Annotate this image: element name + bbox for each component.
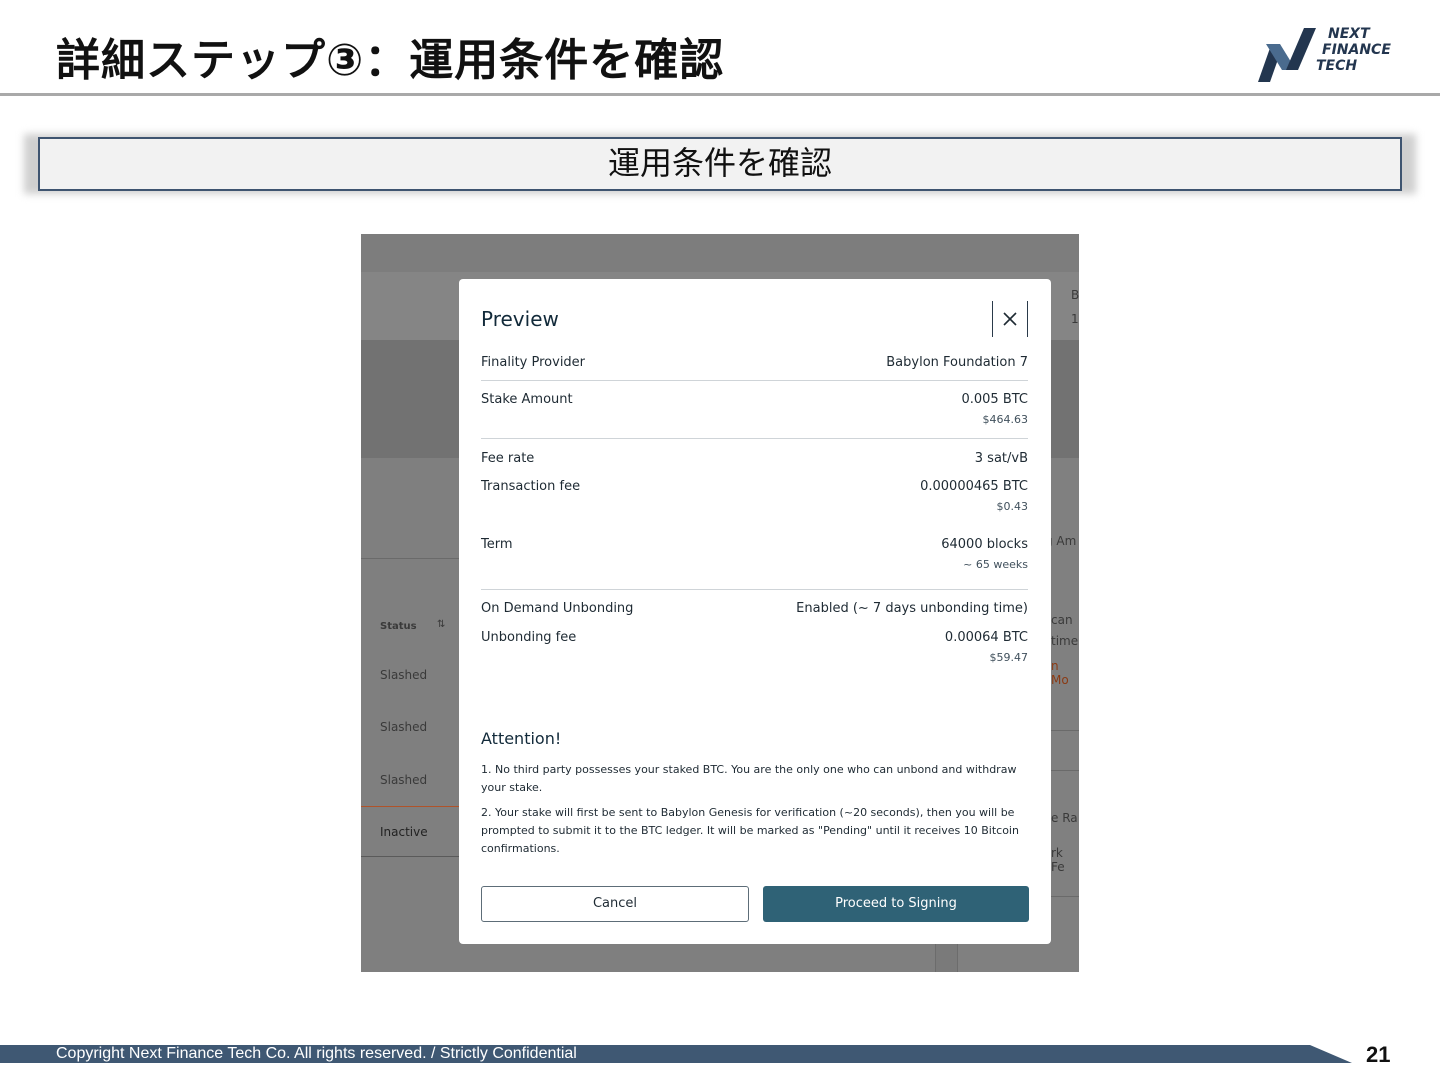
- detail-row-transaction-fee: Transaction fee 0.00000465 BTC $0.43: [481, 475, 1028, 533]
- section-banner: 運用条件を確認: [38, 137, 1402, 191]
- detail-label: On Demand Unbonding: [481, 601, 634, 616]
- detail-value: Babylon Foundation 7: [886, 355, 1028, 370]
- close-icon: [1003, 312, 1017, 326]
- detail-label: Unbonding fee: [481, 630, 577, 645]
- detail-label: Stake Amount: [481, 392, 573, 407]
- bg-row-divider: [361, 806, 461, 807]
- attention-note-1: 1. No third party possesses your staked …: [481, 763, 1017, 794]
- detail-value: 64000 blocks: [941, 537, 1028, 552]
- detail-value: Enabled (~ 7 days unbonding time): [796, 601, 1028, 616]
- bg-fragment: rk Fe: [1051, 846, 1065, 874]
- logo-line-2: FINANCE: [1322, 42, 1391, 58]
- proceed-to-signing-button[interactable]: Proceed to Signing: [763, 886, 1029, 922]
- page-number: 21: [1366, 1042, 1391, 1067]
- bg-divider: [1051, 896, 1079, 897]
- detail-row-stake-amount: Stake Amount 0.005 BTC $464.63: [481, 381, 1028, 438]
- slide-title: 詳細ステップ③：運用条件を確認: [56, 35, 725, 86]
- detail-value: 0.00000465 BTC: [920, 479, 1028, 494]
- footer-copyright: Copyright Next Finance Tech Co. All righ…: [56, 1045, 577, 1062]
- modal-title: Preview: [481, 307, 559, 331]
- bg-divider: [1051, 770, 1079, 771]
- attention-note-2: 2. Your stake will first be sent to Baby…: [481, 806, 1019, 855]
- bg-status-row: Inactive: [380, 825, 428, 839]
- header-rule: [0, 93, 1440, 96]
- logo-mark-icon: [1258, 28, 1316, 82]
- preview-details: Finality Provider Babylon Foundation 7 S…: [481, 351, 1028, 684]
- detail-value: 3 sat/vB: [974, 451, 1028, 466]
- detail-value: 0.00064 BTC: [944, 630, 1028, 645]
- detail-row-unbonding-fee: Unbonding fee 0.00064 BTC $59.47: [481, 626, 1028, 684]
- bg-fragment: B: [1071, 288, 1079, 302]
- bg-status-row: Slashed: [380, 773, 428, 787]
- detail-row-term: Term 64000 blocks ~ 65 weeks: [481, 533, 1028, 589]
- detail-label: Transaction fee: [481, 479, 581, 494]
- bg-divider: [361, 558, 461, 559]
- cancel-button[interactable]: Cancel: [481, 886, 749, 922]
- bg-fragment: can: [1051, 613, 1073, 627]
- bg-fragment: n Mo: [1051, 659, 1069, 687]
- detail-value: 0.005 BTC: [961, 392, 1028, 407]
- detail-subvalue: $59.47: [989, 651, 1029, 664]
- bg-fragment: time: [1051, 634, 1079, 648]
- detail-subvalue: ~ 65 weeks: [963, 558, 1028, 571]
- bg-status-row: Slashed: [380, 720, 428, 734]
- logo-line-1: NEXT: [1328, 26, 1370, 42]
- detail-subvalue: $0.43: [996, 500, 1029, 513]
- company-logo: NEXT FINANCE TECH: [1256, 26, 1396, 84]
- close-button[interactable]: [992, 301, 1028, 337]
- detail-row-finality-provider: Finality Provider Babylon Foundation 7: [481, 351, 1028, 380]
- bg-status-row: Slashed: [380, 668, 428, 682]
- logo-line-3: TECH: [1316, 58, 1358, 74]
- preview-modal: Preview Finality Provider Babylon Founda…: [459, 279, 1051, 944]
- bg-fragment: 1: [1071, 312, 1079, 326]
- detail-subvalue: $464.63: [982, 413, 1029, 426]
- detail-label: Term: [481, 537, 513, 552]
- detail-label: Finality Provider: [481, 355, 586, 370]
- detail-label: Fee rate: [481, 451, 535, 466]
- sort-icon: ⇅: [437, 619, 446, 630]
- attention-heading: Attention!: [481, 729, 562, 748]
- bg-divider: [1051, 730, 1079, 731]
- bg-row-divider: [361, 856, 461, 857]
- bg-fragment: e Ra: [1051, 811, 1078, 825]
- bg-status-header: Status: [380, 621, 417, 632]
- detail-row-on-demand-unbonding: On Demand Unbonding Enabled (~ 7 days un…: [481, 590, 1028, 626]
- detail-row-fee-rate: Fee rate 3 sat/vB: [481, 439, 1028, 475]
